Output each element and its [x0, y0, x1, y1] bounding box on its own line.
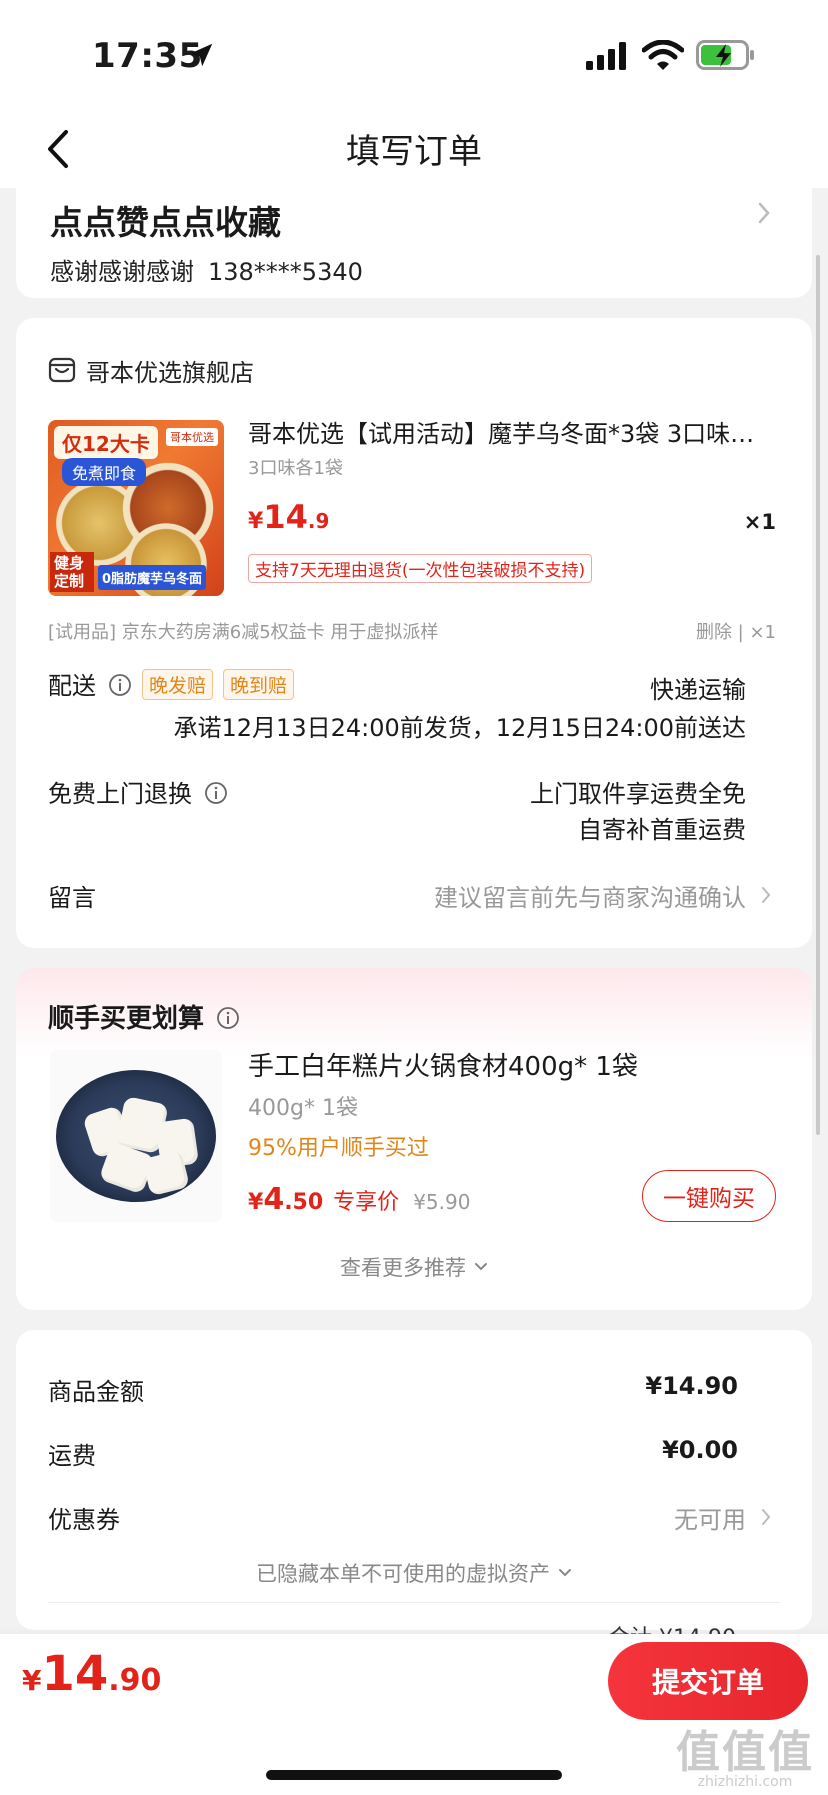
- chevron-right-icon: [762, 887, 771, 903]
- recommendation-price: ¥4.50 专享价 ¥5.90: [248, 1182, 470, 1217]
- price-decimal: .90: [108, 1663, 162, 1698]
- hidden-assets-label: 已隐藏本单不可使用的虚拟资产: [256, 1562, 550, 1586]
- nav-bar: 填写订单: [0, 110, 828, 188]
- freight-label: 运费: [48, 1442, 96, 1470]
- chevron-right-icon: [758, 202, 770, 224]
- home-indicator[interactable]: [266, 1770, 562, 1780]
- page-title: 填写订单: [346, 132, 482, 172]
- return-guarantee-badge: 支持7天无理由退货(一次性包装破损不支持): [248, 554, 593, 583]
- chevron-right-icon: [762, 1509, 771, 1525]
- price-summary-card: 商品金额 ¥14.90 运费 ¥0.00 优惠券 无可用 已隐藏本单不可使用的虚…: [16, 1330, 812, 1651]
- price-symbol: ¥: [248, 1190, 264, 1215]
- original-price: ¥5.90: [413, 1190, 471, 1214]
- freight-value: ¥0.00: [662, 1436, 738, 1464]
- recommendation-spec: 400g* 1袋: [248, 1096, 358, 1121]
- product-image[interactable]: 仅12大卡 免煮即食 哥本优选 健身定制 0脂肪魔芋乌冬面: [48, 420, 224, 596]
- late-ship-tag: 晚发赔: [142, 669, 214, 700]
- gift-text: [试用品] 京东大药房满6减5权益卡 用于虚拟派样: [48, 622, 439, 643]
- price-integer: 14: [263, 498, 308, 536]
- shipping-method[interactable]: 快递运输: [650, 670, 746, 705]
- address-card[interactable]: 点点赞点点收藏 感谢感谢感谢 138****5340: [16, 186, 812, 298]
- shop-icon: [48, 357, 76, 383]
- price-integer: 4: [263, 1182, 285, 1217]
- product-title[interactable]: 哥本优选【试用活动】魔芋乌冬面*3袋 3口味各1袋: [248, 414, 778, 449]
- watermark-logo: 值值值: [676, 1727, 814, 1778]
- returns-label: 免费上门退换: [48, 780, 192, 808]
- coupon-label: 优惠券: [48, 1506, 120, 1534]
- more-recommendations-label: 查看更多推荐: [340, 1256, 466, 1280]
- location-arrow-icon: [189, 43, 213, 67]
- returns-self-send: 自寄补首重运费: [578, 816, 746, 844]
- price-decimal: .50: [284, 1190, 324, 1215]
- info-icon[interactable]: [216, 1006, 240, 1030]
- more-recommendations-link[interactable]: 查看更多推荐: [16, 1252, 812, 1282]
- product-price: ¥14.9: [248, 498, 329, 536]
- recommendation-title: 顺手买更划算: [48, 998, 240, 1035]
- chevron-down-icon: [475, 1263, 487, 1271]
- recipient-phone: 138****5340: [208, 258, 363, 286]
- price-integer: 14: [41, 1646, 109, 1702]
- shipping-label: 配送: [48, 672, 96, 700]
- gift-delete-button[interactable]: 删除 | ×1: [696, 618, 776, 644]
- battery-charging-icon: [696, 40, 754, 70]
- gift-row: [试用品] 京东大药房满6减5权益卡 用于虚拟派样 删除 | ×1: [48, 618, 776, 648]
- recommendation-title-text: 顺手买更划算: [48, 1004, 205, 1034]
- address-title: 点点赞点点收藏: [50, 203, 281, 242]
- recommendation-card: 顺手买更划算 手工白年糕片火锅食材400g* 1袋 400g* 1袋 95%用户…: [16, 968, 812, 1310]
- product-spec: 3口味各1袋: [248, 458, 343, 479]
- image-label-product: 0脂肪魔芋乌冬面: [98, 565, 207, 590]
- address-contact: 感谢感谢感谢 138****5340: [50, 252, 363, 287]
- image-label-brand: 哥本优选: [166, 428, 218, 446]
- chevron-down-icon: [559, 1569, 571, 1577]
- exclusive-price-label: 专享价: [333, 1190, 400, 1215]
- product-quantity: ×1: [743, 510, 776, 534]
- price-symbol: ¥: [22, 1664, 42, 1697]
- hidden-assets-toggle[interactable]: 已隐藏本单不可使用的虚拟资产: [16, 1558, 812, 1588]
- bottom-bar: ¥14.90 提交订单 值值值 zhizhizhi.com: [0, 1634, 828, 1795]
- total-price: ¥14.90: [22, 1646, 161, 1702]
- scrollbar[interactable]: [816, 255, 820, 1135]
- shop-header[interactable]: 哥本优选旗舰店: [48, 354, 254, 387]
- cellular-signal-icon: [586, 42, 626, 70]
- watermark: 值值值 zhizhizhi.com: [676, 1716, 814, 1790]
- image-label-fitness: 健身定制: [50, 552, 94, 592]
- recommendation-name[interactable]: 手工白年糕片火锅食材400g* 1袋: [248, 1046, 638, 1083]
- returns-free-pickup: 上门取件享运费全免: [530, 780, 746, 808]
- message-label: 留言: [48, 884, 96, 912]
- goods-amount-label: 商品金额: [48, 1378, 144, 1406]
- price-symbol: ¥: [248, 509, 264, 534]
- divider: [48, 1602, 780, 1603]
- recipient-name: 感谢感谢感谢: [50, 258, 194, 286]
- info-icon[interactable]: [108, 673, 132, 697]
- info-icon[interactable]: [204, 781, 228, 805]
- shipping-row-label: 配送 晚发赔 晚到赔: [48, 666, 295, 701]
- status-bar: 17:35: [0, 0, 828, 110]
- shop-name: 哥本优选旗舰店: [86, 358, 254, 387]
- image-label-calories: 仅12大卡: [54, 426, 158, 459]
- recommendation-image[interactable]: [50, 1050, 222, 1222]
- goods-amount-value: ¥14.90: [645, 1372, 738, 1400]
- returns-row-label: 免费上门退换: [48, 774, 228, 809]
- price-decimal: .9: [307, 509, 330, 533]
- image-label-instant: 免煮即食: [62, 458, 147, 486]
- delivery-promise: 承诺12月13日24:00前发货，12月15日24:00前送达: [173, 714, 746, 742]
- message-input[interactable]: 建议留言前先与商家沟通确认: [434, 878, 746, 913]
- recommendation-social-proof: 95%用户顺手买过: [248, 1136, 429, 1161]
- one-click-buy-button[interactable]: 一键购买: [642, 1170, 776, 1222]
- late-arrive-tag: 晚到赔: [223, 669, 295, 700]
- coupon-value[interactable]: 无可用: [674, 1500, 746, 1535]
- order-card: 哥本优选旗舰店 仅12大卡 免煮即食 哥本优选 健身定制 0脂肪魔芋乌冬面 哥本…: [16, 318, 812, 948]
- submit-order-button[interactable]: 提交订单: [608, 1642, 808, 1720]
- wifi-icon: [642, 40, 684, 70]
